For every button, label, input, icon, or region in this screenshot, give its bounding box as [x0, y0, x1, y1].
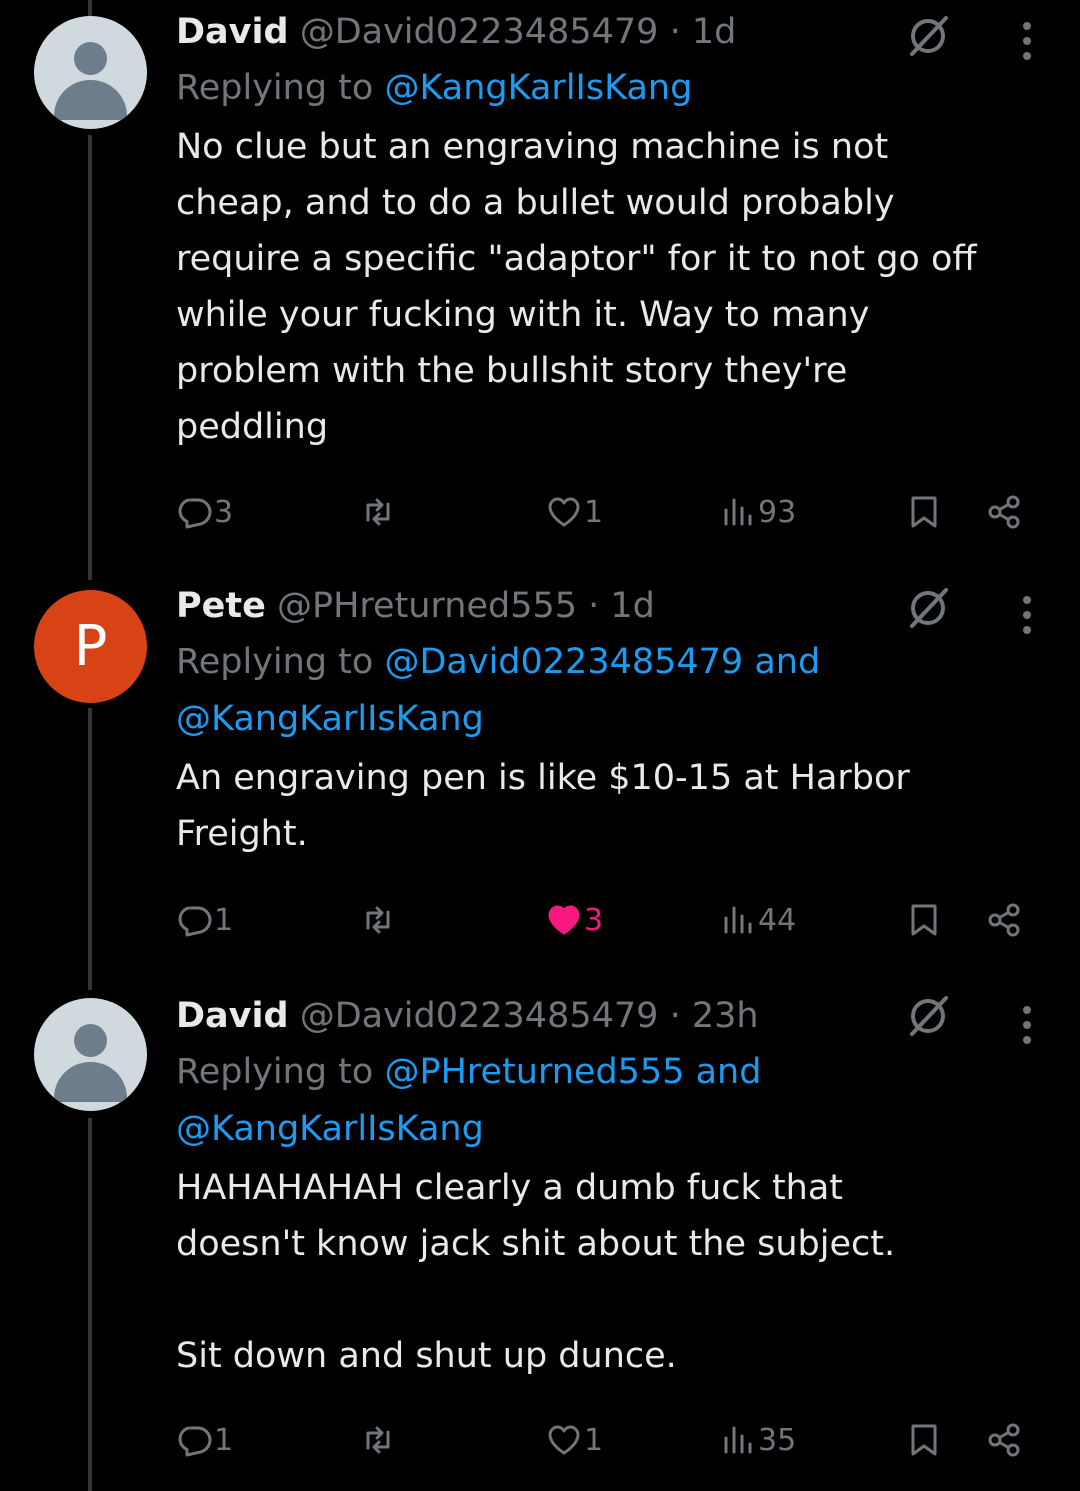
views-icon: [724, 498, 752, 526]
like-button[interactable]: 1: [546, 490, 603, 534]
share-button[interactable]: [986, 898, 1022, 942]
tweet[interactable]: P Pete @PHreturned555 · 1d Replying to @…: [0, 580, 1080, 970]
reply-count: 1: [214, 1422, 234, 1458]
reply-button[interactable]: 1: [176, 1418, 233, 1462]
like-button[interactable]: 1: [546, 1418, 603, 1462]
like-icon: [548, 1425, 580, 1455]
reply-icon: [178, 1426, 212, 1457]
views-icon: [724, 906, 752, 934]
display-name[interactable]: David: [176, 996, 289, 1036]
avatar[interactable]: [34, 16, 147, 129]
share-button[interactable]: [986, 1418, 1022, 1462]
handle[interactable]: @PHreturned555: [277, 586, 577, 626]
reply-count: 3: [214, 494, 234, 530]
timestamp[interactable]: · 23h: [670, 996, 759, 1036]
bookmark-button[interactable]: [906, 1418, 942, 1462]
bookmark-button[interactable]: [906, 490, 942, 534]
display-name[interactable]: Pete: [176, 586, 266, 626]
timestamp[interactable]: · 1d: [588, 586, 655, 626]
tweet-text: HAHAHAHAH clearly a dumb fuck that doesn…: [176, 1168, 896, 1376]
mention-link[interactable]: @KangKarlIsKang: [176, 1109, 484, 1149]
replying-prefix: Replying to: [176, 68, 374, 108]
repost-button[interactable]: [360, 1418, 396, 1462]
mention-link[interactable]: @KangKarlIsKang: [384, 68, 692, 108]
repost-icon: [366, 498, 390, 526]
views-button[interactable]: 44: [720, 898, 796, 942]
tweet-text: No clue but an engraving machine is not …: [176, 127, 977, 447]
reply-icon: [178, 498, 212, 529]
like-count: 1: [584, 1422, 604, 1458]
tweet-header: David @David0223485479 · 23h: [176, 996, 1040, 1036]
repost-icon: [366, 906, 390, 934]
replying-prefix: Replying to: [176, 1052, 374, 1092]
timestamp[interactable]: · 1d: [670, 12, 737, 52]
like-count: 3: [584, 902, 604, 938]
bookmark-icon: [911, 496, 937, 528]
share-icon: [988, 1423, 1020, 1457]
repost-button[interactable]: [360, 898, 396, 942]
views-count: 35: [758, 1422, 797, 1458]
like-icon: [548, 497, 580, 527]
tweet[interactable]: David @David0223485479 · 23h Replying to…: [0, 990, 1080, 1491]
handle[interactable]: @David0223485479: [300, 996, 659, 1036]
handle[interactable]: @David0223485479: [300, 12, 659, 52]
share-icon: [988, 495, 1020, 529]
tweet-header: David @David0223485479 · 1d: [176, 12, 1040, 52]
views-count: 93: [758, 494, 797, 530]
views-count: 44: [758, 902, 797, 938]
reply-count: 1: [214, 902, 234, 938]
bookmark-button[interactable]: [906, 898, 942, 942]
bookmark-icon: [911, 1424, 937, 1456]
share-icon: [988, 903, 1020, 937]
avatar[interactable]: P: [34, 590, 147, 703]
views-icon: [724, 1426, 752, 1454]
replying-prefix: Replying to: [176, 642, 374, 682]
like-count: 1: [584, 494, 604, 530]
repost-button[interactable]: [360, 490, 396, 534]
avatar[interactable]: [34, 998, 147, 1111]
replying-to: Replying to @David0223485479 and @KangKa…: [176, 634, 1040, 748]
mention-link[interactable]: @KangKarlIsKang: [176, 699, 484, 739]
reply-button[interactable]: 3: [176, 490, 233, 534]
reply-button[interactable]: 1: [176, 898, 233, 942]
share-button[interactable]: [986, 490, 1022, 534]
replying-to: Replying to @KangKarlIsKang: [176, 60, 1040, 117]
like-button[interactable]: 3: [546, 898, 603, 942]
tweet-text: An engraving pen is like $10-15 at Harbo…: [176, 758, 910, 854]
display-name[interactable]: David: [176, 12, 289, 52]
mention-link[interactable]: @PHreturned555 and: [384, 1052, 761, 1092]
avatar-letter: P: [73, 614, 108, 679]
reply-icon: [178, 906, 212, 937]
like-icon: [548, 905, 580, 935]
views-button[interactable]: 93: [720, 490, 796, 534]
mention-link[interactable]: @David0223485479 and: [384, 642, 820, 682]
views-button[interactable]: 35: [720, 1418, 796, 1462]
repost-icon: [366, 1426, 390, 1454]
tweet-header: Pete @PHreturned555 · 1d: [176, 586, 1040, 626]
replying-to: Replying to @PHreturned555 and @KangKarl…: [176, 1044, 1040, 1158]
tweet[interactable]: David @David0223485479 · 1d Replying to …: [0, 0, 1080, 560]
bookmark-icon: [911, 904, 937, 936]
